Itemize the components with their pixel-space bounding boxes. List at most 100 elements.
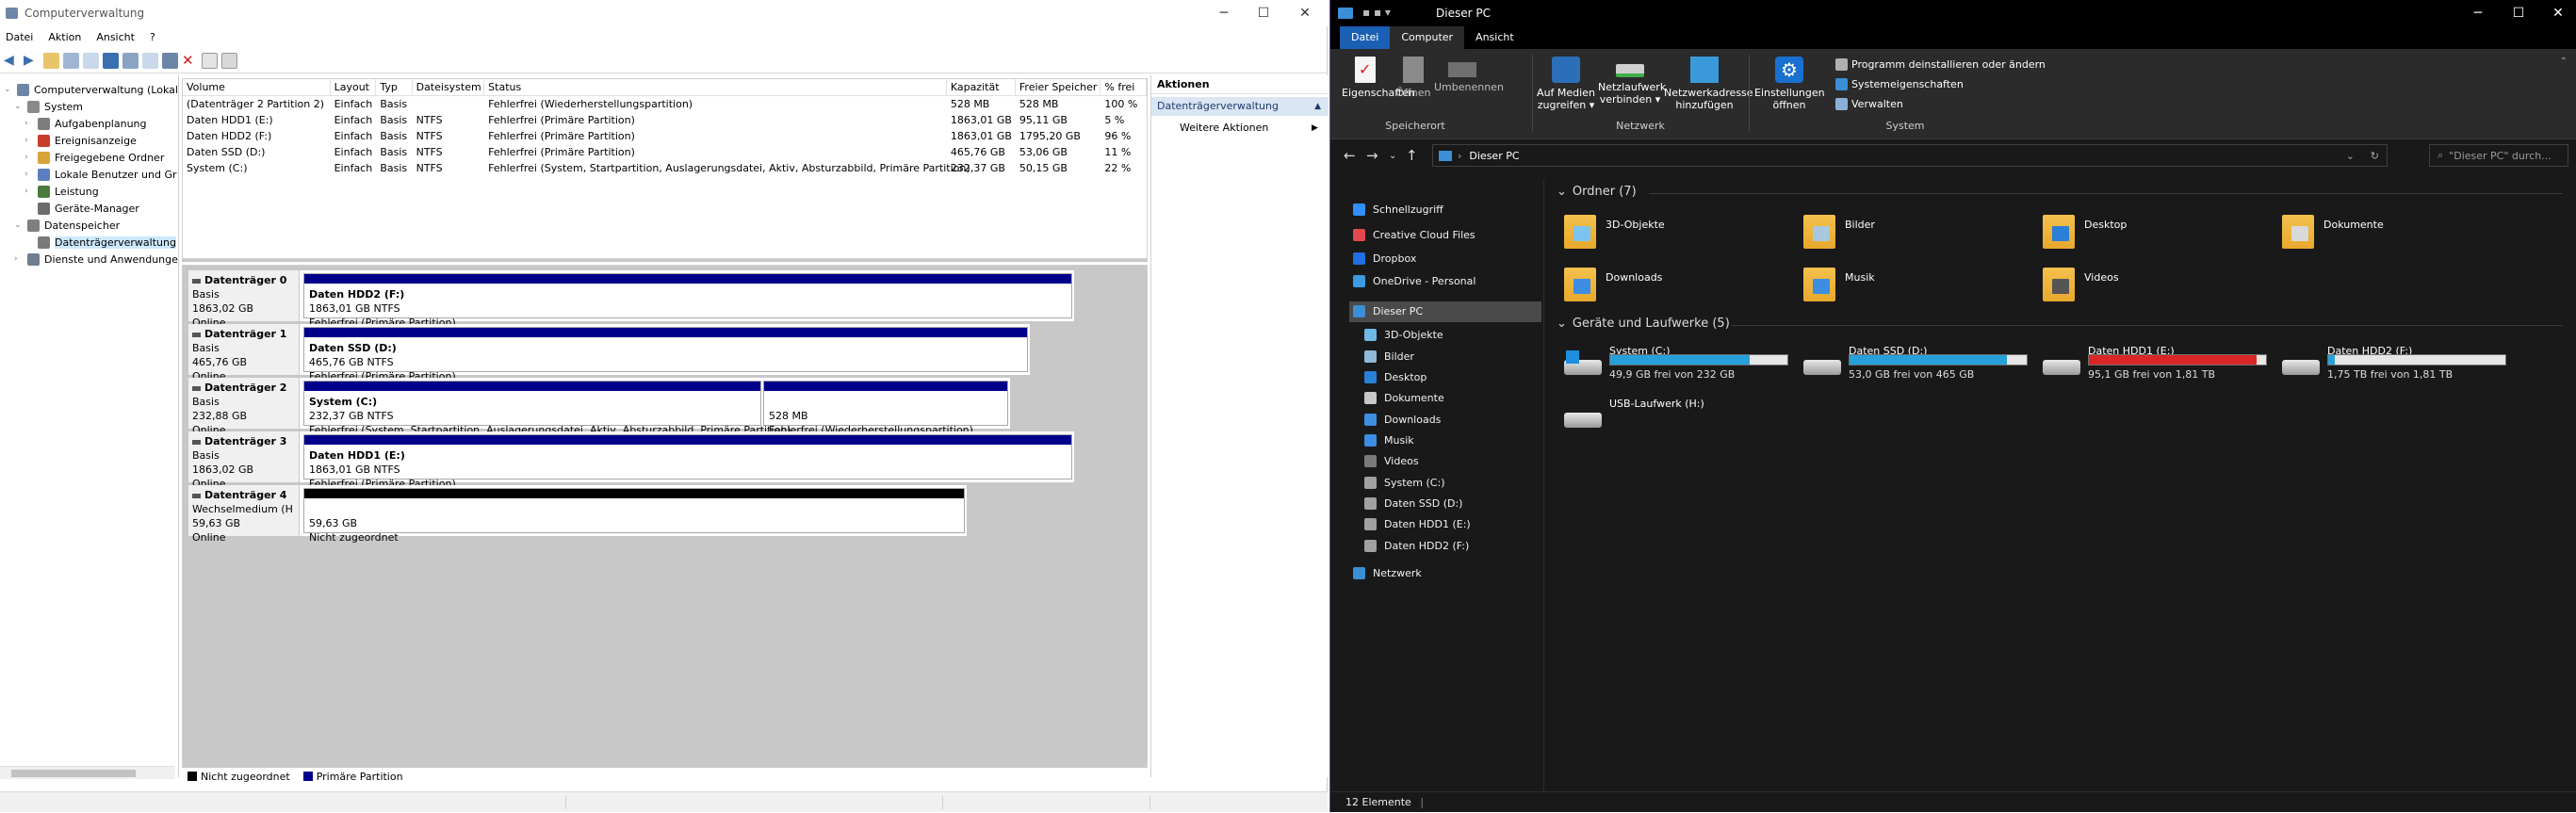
tree-item-system[interactable]: ⌄ System: [14, 98, 83, 115]
actions-section-disk-management[interactable]: Datenträgerverwaltung ▲: [1151, 97, 1329, 116]
nav-item-onedrive-personal[interactable]: OneDrive - Personal: [1349, 270, 1541, 291]
expander-icon[interactable]: ›: [24, 187, 34, 196]
system-properties-button[interactable]: Systemeigenschaften: [1835, 78, 1964, 90]
nav-item-schnellzugriff[interactable]: Schnellzugriff: [1349, 199, 1541, 220]
volume-list-scrollbar[interactable]: [182, 259, 1148, 262]
nav-item-dropbox[interactable]: Dropbox: [1349, 248, 1541, 268]
tree-item-lokale-benutzer-und-gr[interactable]: › Lokale Benutzer und Gr: [24, 166, 177, 183]
column-header-kapazität[interactable]: Kapazität: [946, 79, 1016, 96]
disk-label[interactable]: Datenträger 4 Wechselmedium (H 59,63 GB Onl…: [188, 485, 300, 544]
up-folder-icon[interactable]: [43, 52, 59, 69]
tree-item-dienste-und-anwendungen[interactable]: › Dienste und Anwendungen: [14, 251, 178, 268]
up-arrow-icon[interactable]: ↑: [1406, 147, 1418, 164]
column-header-volume[interactable]: Volume: [183, 79, 331, 96]
folder-dokumente[interactable]: Dokumente: [2282, 213, 2518, 260]
explorer-close-button[interactable]: ✕: [2536, 0, 2576, 26]
tree-item-datenträgerverwaltung[interactable]: Datenträgerverwaltung: [24, 234, 176, 251]
partition-daten-hdd1-e[interactable]: Daten HDD1 (E:) 1863,01 GB NTFS Fehlerfrei…: [303, 434, 1072, 490]
list-icon[interactable]: [142, 52, 158, 69]
drive-daten-ssd-d[interactable]: Daten SSD (D:) 53,0 GB frei von 465 GB: [1803, 345, 2039, 392]
tree-horizontal-scrollbar[interactable]: [0, 766, 175, 779]
disk-label[interactable]: Datenträger 0 Basis 1863,02 GB Online: [188, 270, 300, 329]
menu-help[interactable]: ?: [150, 31, 155, 43]
disk-label[interactable]: Datenträger 2 Basis 232,88 GB Online: [188, 378, 300, 436]
nav-item-system-c[interactable]: System (C:): [1361, 472, 1541, 493]
properties-button[interactable]: ✓ Eigenschaften: [1342, 57, 1415, 99]
access-media-button[interactable]: Auf Medien zugreifen ▾: [1536, 57, 1596, 111]
view-icon[interactable]: [122, 52, 139, 69]
nav-item-videos[interactable]: Videos: [1361, 451, 1541, 472]
nav-item-daten-hdd1-e[interactable]: Daten HDD1 (E:): [1361, 514, 1541, 535]
partition-unlabeled[interactable]: 59,63 GB Nicht zugeordnet: [303, 488, 965, 544]
menu-ansicht[interactable]: Ansicht: [96, 31, 135, 43]
folder-downloads[interactable]: Downloads: [1564, 266, 1800, 313]
expander-icon[interactable]: ⌄: [14, 102, 24, 111]
expander-icon[interactable]: ›: [24, 170, 34, 179]
more-actions-item[interactable]: Weitere Aktionen: [1180, 120, 1268, 137]
minimize-button[interactable]: ─: [1202, 0, 1246, 26]
expander-icon[interactable]: ›: [24, 153, 34, 162]
nav-item-creative-cloud-files[interactable]: Creative Cloud Files: [1349, 225, 1541, 246]
menu-aktion[interactable]: Aktion: [48, 31, 81, 43]
partition-system-c[interactable]: System (C:) 232,37 GB NTFS Fehlerfrei (Sys…: [303, 381, 791, 436]
forward-arrow-icon[interactable]: →: [1366, 147, 1378, 164]
expander-icon[interactable]: ›: [14, 254, 24, 264]
expander-icon[interactable]: ›: [24, 136, 34, 145]
collapse-icon[interactable]: ▲: [1314, 97, 1321, 116]
nav-item-bilder[interactable]: Bilder: [1361, 346, 1541, 366]
folder-bilder[interactable]: Bilder: [1803, 213, 2039, 260]
expander-icon[interactable]: ›: [24, 119, 34, 128]
close-button[interactable]: ✕: [1283, 0, 1327, 26]
nav-item-desktop[interactable]: Desktop: [1361, 367, 1541, 388]
rename-button[interactable]: Umbenennen: [1434, 57, 1504, 93]
check-icon[interactable]: [202, 52, 218, 69]
column-header-frei[interactable]: % frei: [1101, 79, 1147, 96]
tree-item-leistung[interactable]: › Leistung: [24, 183, 99, 200]
table-row[interactable]: Daten HDD2 (F:) Einfach Basis NTFS Fehlerfre…: [183, 129, 1147, 145]
help-icon[interactable]: [103, 52, 119, 69]
explorer-minimize-button[interactable]: ─: [2456, 0, 2500, 26]
uninstall-program-button[interactable]: Programm deinstallieren oder ändern: [1835, 58, 2046, 71]
connect-icon[interactable]: [162, 52, 178, 69]
nav-item-daten-ssd-d[interactable]: Daten SSD (D:): [1361, 494, 1541, 514]
folder-3d-objekte[interactable]: 3D-Objekte: [1564, 213, 1800, 260]
properties-icon[interactable]: [83, 52, 99, 69]
manage-button[interactable]: Verwalten: [1835, 98, 1903, 110]
column-header-layout[interactable]: Layout: [330, 79, 377, 96]
column-header-status[interactable]: Status: [484, 79, 947, 96]
search-box[interactable]: ⌕ "Dieser PC" durch...: [2429, 144, 2568, 167]
menu-datei[interactable]: Datei: [6, 31, 33, 43]
console-tree-icon[interactable]: [63, 52, 79, 69]
column-header-freier-speicher[interactable]: Freier Speicher: [1015, 79, 1101, 96]
column-header-typ[interactable]: Typ: [376, 79, 413, 96]
table-row[interactable]: Daten SSD (D:) Einfach Basis NTFS Fehlerfrei…: [183, 145, 1147, 161]
explorer-maximize-button[interactable]: ☐: [2497, 0, 2540, 26]
settings-icon[interactable]: [221, 52, 237, 69]
tree-item-datenspeicher[interactable]: ⌄ Datenspeicher: [14, 217, 120, 234]
tree-item-aufgabenplanung[interactable]: › Aufgabenplanung: [24, 115, 147, 132]
partition-daten-ssd-d[interactable]: Daten SSD (D:) 465,76 GB NTFS Fehlerfrei (…: [303, 327, 1028, 382]
open-button[interactable]: Öffnen: [1394, 57, 1432, 99]
maximize-button[interactable]: ☐: [1242, 0, 1285, 26]
drives-group-header[interactable]: ⌄ Geräte und Laufwerke (5): [1557, 317, 1730, 331]
expander-icon[interactable]: ⌄: [4, 85, 13, 94]
collapse-chevron-icon[interactable]: ⌄: [1557, 317, 1567, 331]
ribbon-collapse-icon[interactable]: ⌃: [2560, 57, 2568, 67]
folder-desktop[interactable]: Desktop: [2043, 213, 2278, 260]
drive-daten-hdd2-f[interactable]: Daten HDD2 (F:) 1,75 TB frei von 1,81 TB: [2282, 345, 2518, 392]
collapse-chevron-icon[interactable]: ⌄: [1557, 185, 1567, 199]
table-row[interactable]: Daten HDD1 (E:) Einfach Basis NTFS Fehlerfre…: [183, 113, 1147, 129]
disk-label[interactable]: Datenträger 3 Basis 1863,02 GB Online: [188, 431, 300, 490]
tab-datei[interactable]: Datei: [1340, 26, 1391, 49]
disk-label[interactable]: Datenträger 1 Basis 465,76 GB Online: [188, 324, 300, 382]
folders-group-header[interactable]: ⌄ Ordner (7): [1557, 185, 1637, 199]
nav-item-daten-hdd2-f[interactable]: Daten HDD2 (F:): [1361, 535, 1541, 556]
tree-item-computerverwaltung-lokal[interactable]: ⌄ Computerverwaltung (Lokal): [4, 81, 178, 98]
map-network-drive-button[interactable]: Netzlaufwerk verbinden ▾: [1598, 57, 1666, 106]
breadcrumb-chevron-icon[interactable]: ›: [1458, 150, 1461, 162]
nav-item-3d-objekte[interactable]: 3D-Objekte: [1361, 325, 1541, 346]
nav-item-netzwerk[interactable]: Netzwerk: [1349, 563, 1541, 584]
back-arrow-icon[interactable]: ←: [1344, 147, 1356, 164]
partition-unlabeled[interactable]: 528 MB Fehlerfrei (Wiederherstellungspart…: [763, 381, 1008, 436]
open-settings-button[interactable]: ⚙ Einstellungen öffnen: [1754, 57, 1825, 111]
